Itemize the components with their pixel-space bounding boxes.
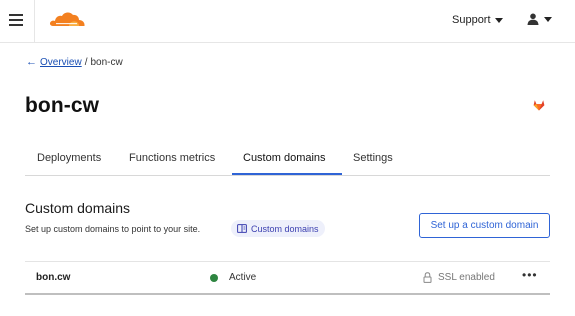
section-description: Set up custom domains to point to your s… xyxy=(25,224,201,234)
tab-bar: Deployments Functions metrics Custom dom… xyxy=(25,145,550,176)
tab-functions-metrics[interactable]: Functions metrics xyxy=(129,152,215,164)
tab-deployments[interactable]: Deployments xyxy=(37,152,101,164)
domain-status: Active xyxy=(229,272,257,283)
book-icon xyxy=(237,224,247,233)
docs-link-label: Custom domains xyxy=(251,223,319,234)
domain-name[interactable]: bon.cw xyxy=(36,272,70,283)
setup-custom-domain-button[interactable]: Set up a custom domain xyxy=(419,213,550,238)
chevron-down-icon xyxy=(544,16,552,22)
support-menu[interactable]: Support xyxy=(452,14,503,26)
divider xyxy=(34,0,35,43)
status-dot-icon xyxy=(210,274,218,282)
breadcrumb-current: bon-cw xyxy=(90,56,123,68)
top-navigation-bar: Support xyxy=(0,0,575,43)
support-label: Support xyxy=(452,14,491,26)
user-menu[interactable] xyxy=(527,13,552,25)
section-title: Custom domains xyxy=(25,200,131,216)
page-title: bon-cw xyxy=(25,94,100,117)
breadcrumb: ← Overview / bon-cw xyxy=(26,56,123,68)
user-icon xyxy=(527,13,539,25)
ssl-status: SSL enabled xyxy=(438,272,495,283)
gitlab-icon[interactable] xyxy=(533,99,545,111)
active-tab-indicator xyxy=(232,173,342,175)
menu-icon[interactable] xyxy=(9,14,23,26)
custom-domains-docs-link[interactable]: Custom domains xyxy=(231,220,325,237)
tab-custom-domains[interactable]: Custom domains xyxy=(243,152,326,164)
arrow-left-icon[interactable]: ← xyxy=(26,56,37,68)
cloudflare-logo[interactable] xyxy=(47,9,87,31)
breadcrumb-overview-link[interactable]: Overview xyxy=(40,57,82,68)
lock-icon xyxy=(423,272,432,283)
table-row[interactable]: bon.cw Active SSL enabled ••• xyxy=(25,261,550,295)
more-options-icon[interactable]: ••• xyxy=(522,268,538,282)
tab-settings[interactable]: Settings xyxy=(353,152,393,164)
breadcrumb-separator: / xyxy=(84,56,88,68)
chevron-down-icon xyxy=(494,17,503,23)
